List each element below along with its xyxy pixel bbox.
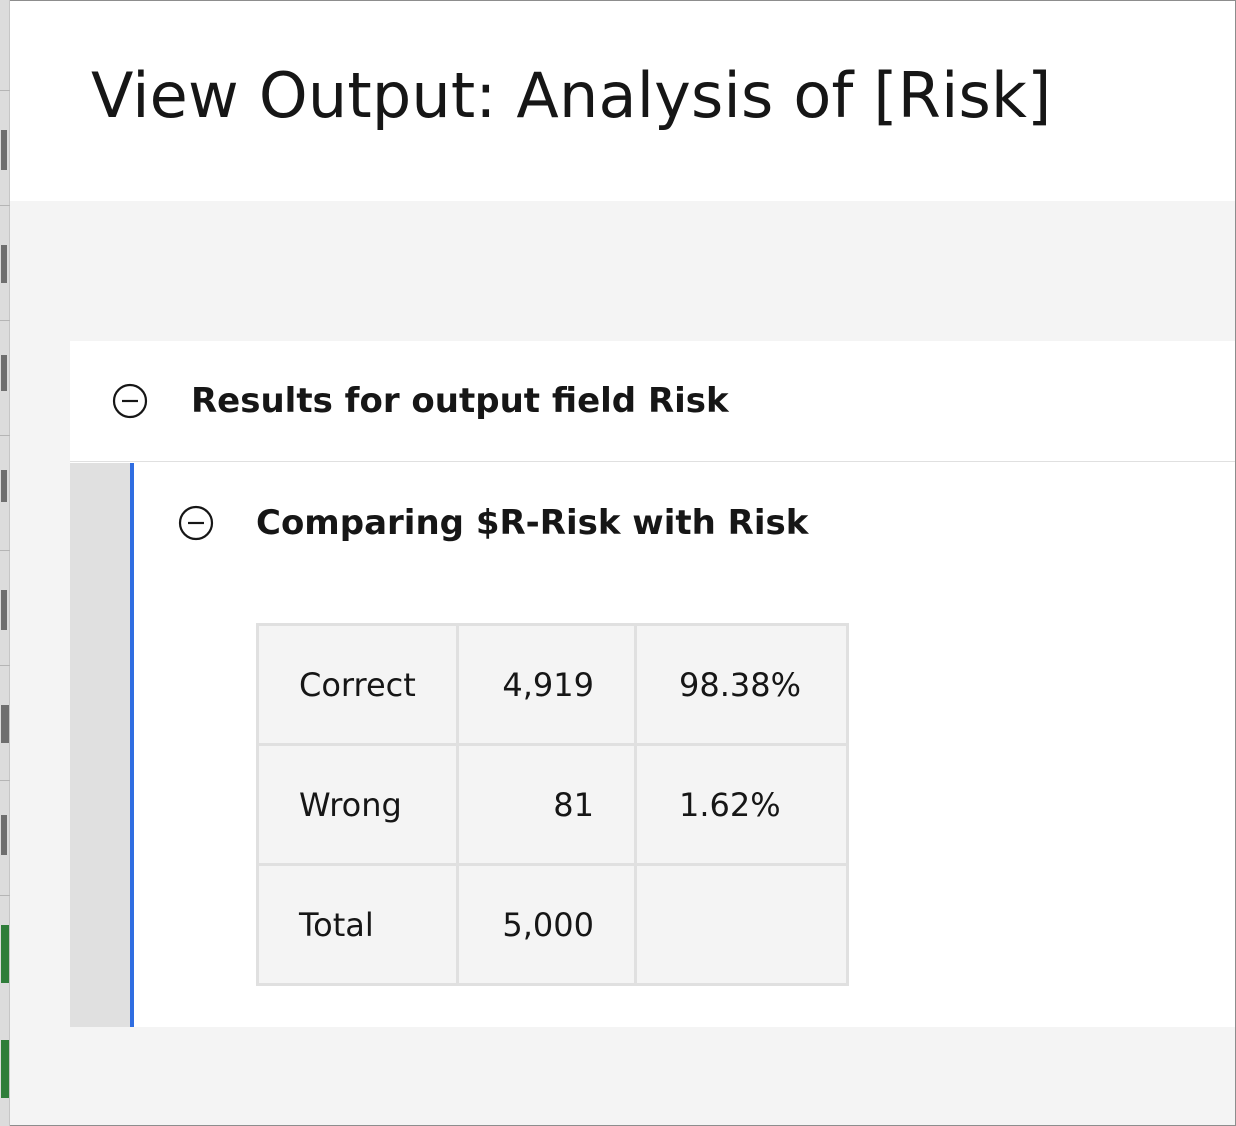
background-glyph [1,590,7,630]
comparison-title: Comparing $R-Risk with Risk [256,503,809,543]
row-percent [634,863,849,986]
row-label: Wrong [256,743,459,866]
results-panel: Results for output field Risk Comparing … [70,341,1235,1027]
background-separator [0,320,10,321]
background-glyph [1,130,7,170]
background-glyph [1,815,7,855]
table-row: Wrong 81 1.62% [256,743,849,866]
collapse-comparison-button[interactable] [178,505,214,541]
background-separator [0,435,10,436]
background-separator [0,205,10,206]
row-count: 4,919 [456,623,637,746]
background-separator [0,550,10,551]
background-window-edge [0,0,10,1126]
background-separator [0,665,10,666]
table-row: Correct 4,919 98.38% [256,623,849,746]
comparison-table: Correct 4,919 98.38% Wrong 81 1.62% Tota… [256,623,849,986]
dialog-title: View Output: Analysis of [Risk] [91,59,1052,132]
background-status-bar [1,925,9,983]
comparison-panel: Comparing $R-Risk with Risk Correct 4,91… [134,463,1235,1027]
collapse-results-button[interactable] [112,383,148,419]
background-glyph [1,705,9,743]
background-glyph [1,245,7,283]
background-separator [0,780,10,781]
background-separator [0,895,10,896]
background-separator [0,90,10,91]
view-output-dialog: View Output: Analysis of [Risk] Results … [10,0,1236,1126]
results-header: Results for output field Risk [70,341,1235,462]
row-count: 81 [456,743,637,866]
results-title: Results for output field Risk [191,381,729,421]
dialog-header: View Output: Analysis of [Risk] [10,1,1235,201]
row-count: 5,000 [456,863,637,986]
row-label: Correct [256,623,459,746]
background-status-bar [1,1040,9,1098]
background-glyph [1,470,7,502]
table-row: Total 5,000 [256,863,849,986]
row-percent: 98.38% [634,623,849,746]
collapse-minus-icon [178,505,214,541]
nesting-indent [70,463,130,1027]
row-percent: 1.62% [634,743,849,866]
collapse-minus-icon [112,383,148,419]
background-glyph [1,355,7,391]
row-label: Total [256,863,459,986]
